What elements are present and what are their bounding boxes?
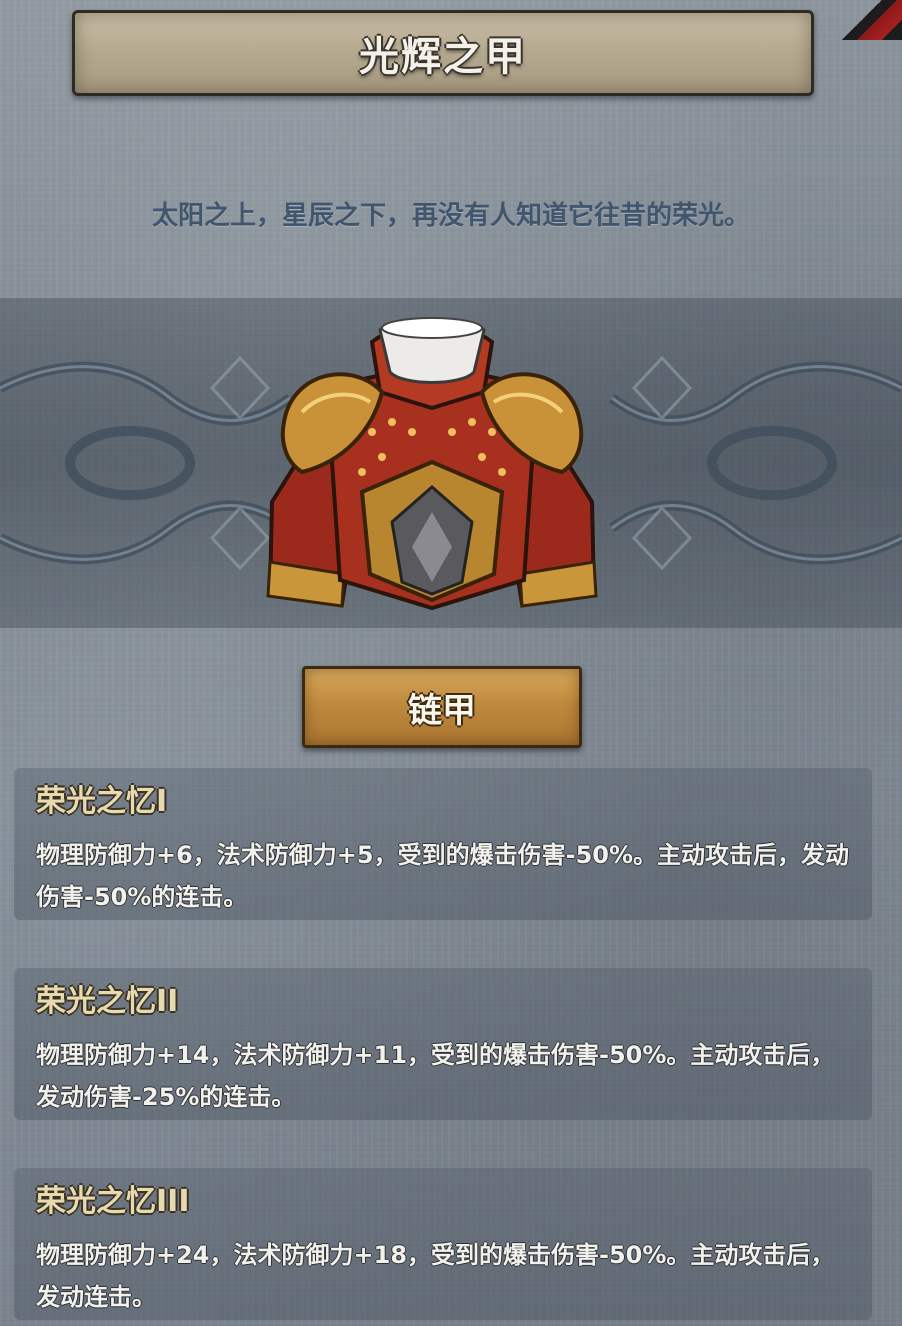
skill-panel-2: 荣光之忆II 物理防御力+14，法术防御力+11，受到的爆击伤害-50%。主动攻…	[14, 968, 872, 1120]
title-banner: 光辉之甲	[72, 10, 814, 96]
skill-description: 物理防御力+6，法术防御力+5，受到的爆击伤害-50%。主动攻击后，发动伤害-5…	[36, 841, 850, 911]
flavor-text: 太阳之上，星辰之下，再没有人知道它往昔的荣光。	[151, 201, 750, 231]
skill-title: 荣光之忆I	[36, 784, 168, 819]
skill-panel-1: 荣光之忆I 物理防御力+6，法术防御力+5，受到的爆击伤害-50%。主动攻击后，…	[14, 768, 872, 920]
armor-type-button[interactable]: 链甲	[302, 666, 582, 748]
skill-title: 荣光之忆III	[36, 1184, 190, 1219]
item-name: 光辉之甲	[359, 34, 527, 80]
corner-decoration	[842, 0, 902, 40]
skill-title: 荣光之忆II	[36, 984, 179, 1019]
skill-description: 物理防御力+24，法术防御力+18，受到的爆击伤害-50%。主动攻击后，发动连击…	[36, 1241, 835, 1311]
chest-armor-icon	[266, 317, 598, 611]
skill-description: 物理防御力+14，法术防御力+11，受到的爆击伤害-50%。主动攻击后，发动伤害…	[36, 1041, 835, 1111]
armor-type-label: 链甲	[408, 690, 476, 731]
skill-panel-3: 荣光之忆III 物理防御力+24，法术防御力+18，受到的爆击伤害-50%。主动…	[14, 1168, 872, 1320]
